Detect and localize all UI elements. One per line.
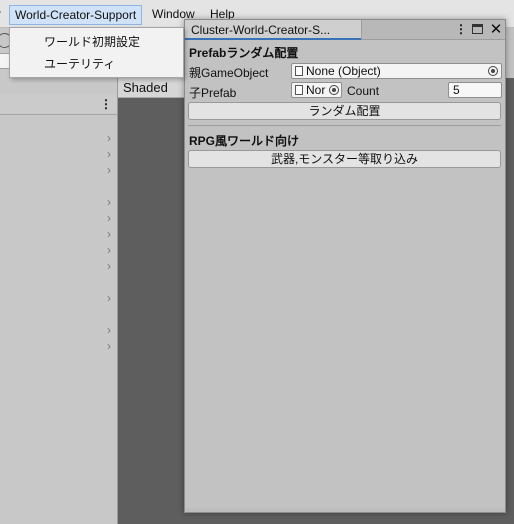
active-tab-indicator [185,38,361,40]
world-creator-support-dropdown: ワールド初期設定 ユーテリティ [9,27,184,78]
section-title-random-placement: Prefabランダム配置 [189,46,299,60]
expand-chevron-icon[interactable]: › [104,292,114,304]
menu-item-world-creator-support[interactable]: World-Creator-Support [9,5,143,25]
expand-chevron-icon[interactable]: › [104,132,114,144]
window-bottom-edge [185,508,505,512]
parent-gameobject-field[interactable]: None (Object) [291,63,502,79]
expand-chevron-icon[interactable]: › [104,324,114,336]
hierarchy-menu-icon[interactable]: ⋮ [100,96,112,112]
expand-chevron-icon[interactable]: › [104,228,114,240]
parent-gameobject-value: None (Object) [306,64,381,78]
child-prefab-value: Nor [306,83,326,97]
count-label: Count [347,84,380,98]
menu-item-previous[interactable]: r [0,4,4,24]
expand-chevron-icon[interactable]: › [104,196,114,208]
maximize-icon[interactable] [472,24,483,34]
expand-chevron-icon[interactable]: › [104,212,114,224]
dropdown-item-world-initial-setup[interactable]: ワールド初期設定 [44,33,140,50]
section-title-rpg-world: RPG風ワールド向け [189,134,300,148]
child-prefab-label: 子Prefab [189,86,237,100]
parent-gameobject-label: 親GameObject [189,66,269,80]
expand-chevron-icon[interactable]: › [104,148,114,160]
window-menu-icon[interactable]: ⋮ [455,22,467,37]
import-weapons-monsters-button[interactable]: 武器,モンスター等取り込み [188,150,501,168]
object-picker-icon[interactable] [488,66,498,76]
expand-chevron-icon[interactable]: › [104,260,114,272]
dropdown-item-utility[interactable]: ユーテリティ [44,55,115,72]
object-file-icon [295,66,303,76]
close-icon[interactable]: ✕ [489,20,503,39]
expand-chevron-icon[interactable]: › [104,244,114,256]
shading-mode-dropdown[interactable]: Shaded [123,80,168,95]
count-input[interactable]: 5 [448,82,502,98]
child-prefab-field[interactable]: Nor [291,82,342,98]
cluster-world-creator-window: Cluster-World-Creator-S... ⋮ ✕ Prefabランダ… [184,19,506,513]
object-file-icon [295,85,303,95]
section-divider [188,125,501,126]
count-value: 5 [453,83,460,97]
random-placement-button[interactable]: ランダム配置 [188,102,501,120]
expand-chevron-icon[interactable]: › [104,164,114,176]
expand-chevron-icon[interactable]: › [104,340,114,352]
window-tab-title: Cluster-World-Creator-S... [191,23,331,37]
object-picker-icon[interactable] [329,85,339,95]
